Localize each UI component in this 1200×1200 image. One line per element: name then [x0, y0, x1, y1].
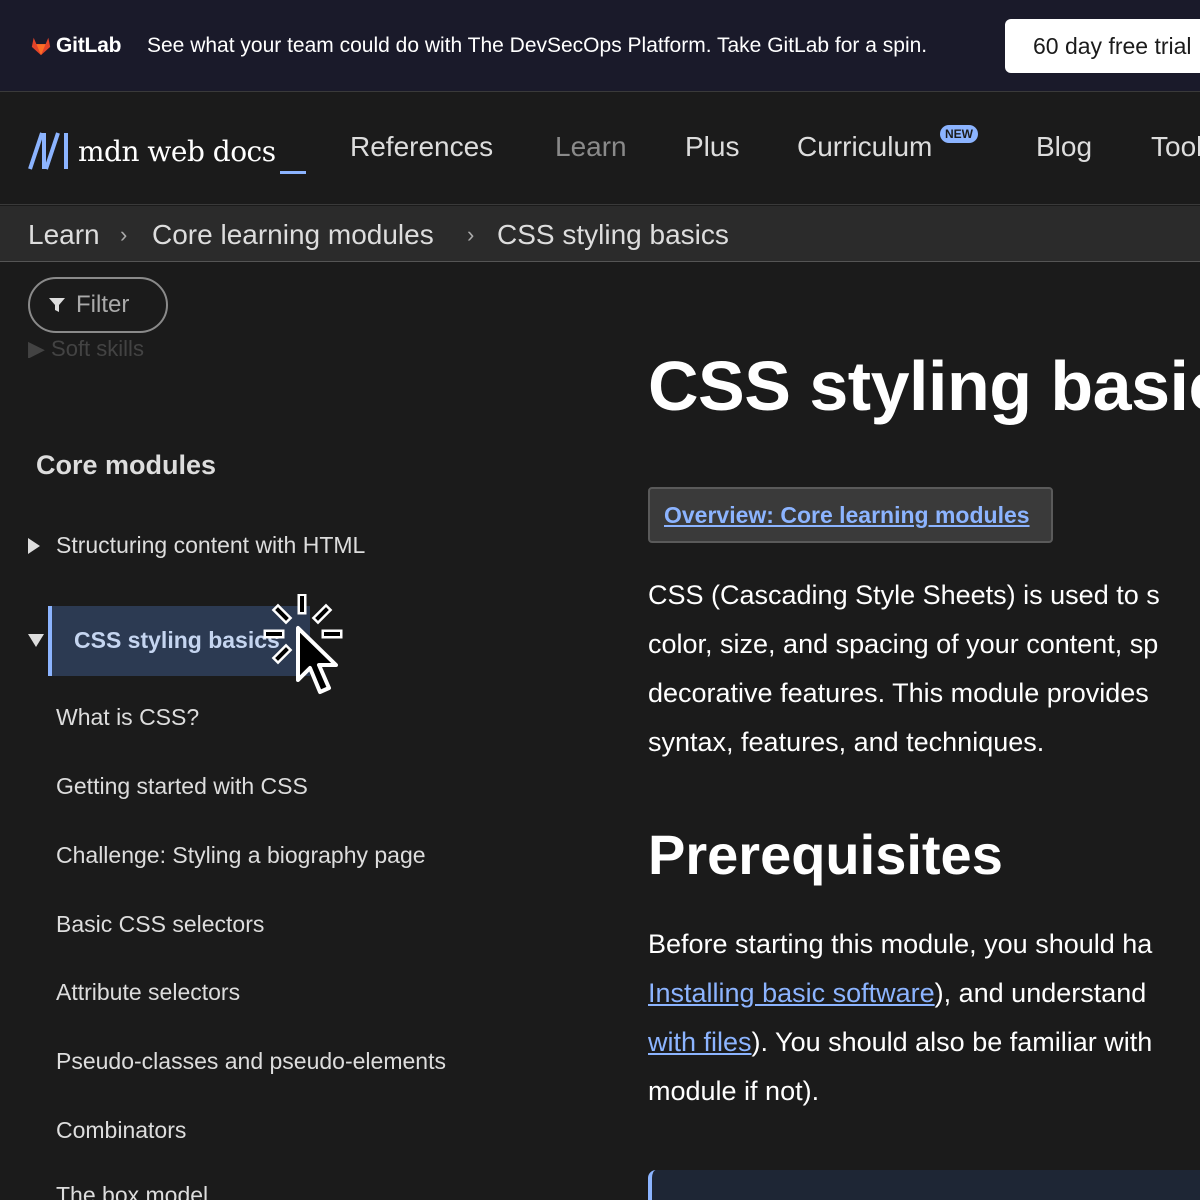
- prereq-line-2-text: ), and understand: [934, 978, 1147, 1008]
- breadcrumb-current[interactable]: CSS styling basics: [497, 219, 729, 251]
- banner-message[interactable]: See what your team could do with The Dev…: [147, 34, 927, 58]
- top-navigation: mdn web docs References Learn Plus Curri…: [0, 93, 1200, 205]
- page-title: CSS styling basics: [648, 347, 1200, 425]
- prereq-line-4: module if not).: [648, 1076, 820, 1106]
- sidebar-item-what-is-css[interactable]: What is CSS?: [56, 704, 199, 731]
- intro-line-1: CSS (Cascading Style Sheets) is used to …: [648, 580, 1160, 610]
- collapse-triangle-icon[interactable]: [28, 634, 44, 647]
- prereq-line-3: with files). You should also be familiar…: [648, 1027, 1152, 1058]
- logo-cursor-underscore: [280, 171, 306, 174]
- sidebar-item-pseudo-classes[interactable]: Pseudo-classes and pseudo-elements: [56, 1048, 446, 1075]
- gitlab-logo[interactable]: GitLab: [30, 34, 121, 58]
- sidebar-item-soft-skills[interactable]: ▶ Soft skills: [28, 336, 144, 358]
- new-badge: NEW: [940, 125, 978, 143]
- working-with-files-link[interactable]: with files: [648, 1027, 752, 1057]
- intro-line-4: syntax, features, and techniques.: [648, 727, 1045, 757]
- mdn-logo[interactable]: mdn web docs: [28, 131, 276, 171]
- intro-line-3: decorative features. This module provide…: [648, 678, 1149, 708]
- sidebar-item-challenge[interactable]: Challenge: Styling a biography page: [56, 842, 426, 869]
- intro-line-2: color, size, and spacing of your content…: [648, 629, 1159, 659]
- gitlab-fox-icon: [31, 37, 51, 56]
- active-item-label: CSS styling basics: [74, 627, 280, 653]
- breadcrumb-learn[interactable]: Learn: [28, 219, 100, 251]
- prereq-line-3-text: ). You should also be familiar with: [751, 1027, 1153, 1057]
- filter-icon: [49, 298, 65, 312]
- sidebar-item-basic-selectors[interactable]: Basic CSS selectors: [56, 911, 264, 938]
- chevron-right-icon: ›: [467, 222, 475, 247]
- expand-triangle-icon[interactable]: [28, 538, 40, 554]
- nav-curriculum[interactable]: Curriculum: [797, 131, 932, 163]
- sidebar-filter-button[interactable]: Filter: [28, 277, 168, 333]
- soft-skills-label: Soft skills: [51, 336, 144, 358]
- mdn-logo-text: mdn web docs: [78, 134, 276, 168]
- nav-tools[interactable]: Tools: [1151, 131, 1200, 163]
- nav-blog[interactable]: Blog: [1036, 131, 1092, 163]
- nav-learn[interactable]: Learn: [555, 131, 627, 163]
- note-callout: [648, 1170, 1200, 1200]
- mouse-cursor-click-icon: [263, 594, 343, 694]
- chevron-right-icon: ›: [120, 222, 128, 247]
- prereq-line-1: Before starting this module, you should …: [648, 929, 1153, 959]
- mdn-m-icon: [28, 132, 68, 170]
- sidebar-item-combinators[interactable]: Combinators: [56, 1117, 186, 1144]
- sidebar-item-attribute-selectors[interactable]: Attribute selectors: [56, 979, 240, 1006]
- free-trial-button[interactable]: 60 day free trial: [1005, 19, 1200, 73]
- promo-banner: GitLab See what your team could do with …: [0, 0, 1200, 92]
- sidebar-item-box-model[interactable]: The box model: [56, 1182, 208, 1200]
- overview-callout: Overview: Core learning modules: [648, 487, 1053, 543]
- sidebar-item-structuring-html[interactable]: Structuring content with HTML: [56, 532, 365, 559]
- overview-link[interactable]: Overview: Core learning modules: [664, 502, 1030, 529]
- prerequisites-heading: Prerequisites: [648, 823, 1003, 886]
- nav-references[interactable]: References: [350, 131, 493, 163]
- sidebar-section-title: Core modules: [36, 450, 217, 480]
- breadcrumb-core-modules[interactable]: Core learning modules: [152, 219, 434, 251]
- installing-software-link[interactable]: Installing basic software: [648, 978, 935, 1008]
- breadcrumb: Learn › Core learning modules › CSS styl…: [0, 206, 1200, 262]
- filter-label: Filter: [76, 291, 130, 318]
- prereq-line-2: Installing basic software), and understa…: [648, 978, 1146, 1009]
- gitlab-logo-text: GitLab: [56, 34, 122, 57]
- sidebar-item-getting-started[interactable]: Getting started with CSS: [56, 773, 308, 800]
- nav-plus[interactable]: Plus: [685, 131, 739, 163]
